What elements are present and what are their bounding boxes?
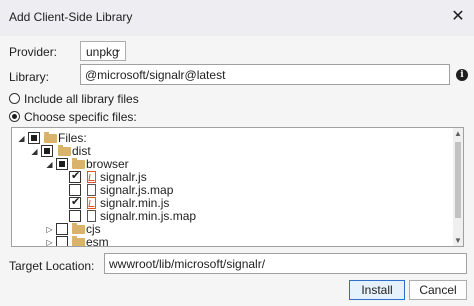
tree-item-label: browser bbox=[86, 157, 129, 171]
tree-checkbox[interactable] bbox=[41, 145, 53, 157]
choose-specific-label[interactable]: Choose specific files: bbox=[24, 110, 137, 124]
tree-checkbox[interactable] bbox=[69, 169, 81, 183]
file-icon bbox=[87, 210, 96, 222]
library-label: Library: bbox=[9, 70, 50, 84]
target-location-input[interactable]: wwwroot/lib/microsoft/signalr/ bbox=[104, 253, 467, 274]
tree-checkbox[interactable] bbox=[69, 195, 81, 209]
tree-checkbox[interactable] bbox=[69, 210, 81, 222]
vertical-scrollbar[interactable]: ▲ ▼ bbox=[453, 128, 463, 246]
library-input[interactable]: @microsoft/signalr@latest bbox=[80, 64, 450, 85]
expanded-arrow-icon[interactable]: ◢ bbox=[30, 145, 39, 158]
choose-specific-radio[interactable] bbox=[9, 111, 20, 122]
close-icon[interactable]: ✕ bbox=[447, 6, 469, 28]
chevron-down-icon: ⌄ bbox=[113, 44, 122, 55]
provider-dropdown[interactable]: unpkg ⌄ bbox=[80, 41, 126, 61]
collapsed-arrow-icon[interactable]: ▷ bbox=[45, 223, 54, 236]
folder-icon bbox=[72, 158, 85, 169]
tree-item-label: dist bbox=[72, 144, 91, 158]
folder-icon bbox=[58, 145, 71, 156]
tree-item-label: signalr.js bbox=[100, 170, 147, 184]
cancel-button[interactable]: Cancel bbox=[409, 280, 467, 300]
library-input-value: @microsoft/signalr@latest bbox=[85, 68, 226, 82]
tree-item-label: esm bbox=[86, 235, 109, 247]
tree-item-label: signalr.min.js.map bbox=[100, 209, 197, 223]
dialog-title: Add Client-Side Library bbox=[9, 10, 133, 24]
tree-checkbox[interactable] bbox=[28, 132, 40, 144]
add-client-side-library-dialog: Add Client-Side Library ✕ Provider: unpk… bbox=[0, 0, 474, 306]
folder-icon bbox=[72, 223, 85, 234]
title-bar: Add Client-Side Library ✕ bbox=[0, 0, 474, 36]
folder-icon bbox=[72, 236, 85, 246]
tree-checkbox[interactable] bbox=[56, 236, 68, 246]
tree-item-label: signalr.min.js bbox=[100, 196, 170, 210]
tree-item-label: signalr.js.map bbox=[100, 183, 174, 197]
scroll-thumb[interactable] bbox=[455, 142, 461, 218]
scroll-down-icon[interactable]: ▼ bbox=[454, 236, 462, 245]
install-button[interactable]: Install bbox=[349, 280, 405, 300]
target-location-label: Target Location: bbox=[9, 259, 95, 273]
tree-checkbox[interactable] bbox=[56, 223, 68, 235]
tree-item-label: cjs bbox=[86, 222, 101, 236]
info-icon[interactable]: i bbox=[456, 69, 468, 81]
js-file-icon bbox=[87, 197, 96, 209]
tree-checkbox[interactable] bbox=[56, 158, 68, 170]
provider-label: Provider: bbox=[9, 45, 58, 59]
scroll-up-icon[interactable]: ▲ bbox=[454, 129, 462, 138]
collapsed-arrow-icon[interactable]: ▷ bbox=[45, 236, 54, 246]
target-location-value: wwwroot/lib/microsoft/signalr/ bbox=[109, 257, 266, 271]
expanded-arrow-icon[interactable]: ◢ bbox=[17, 132, 26, 145]
js-file-icon bbox=[87, 171, 96, 183]
include-all-radio[interactable] bbox=[9, 93, 20, 104]
folder-icon bbox=[44, 132, 57, 143]
include-all-label[interactable]: Include all library files bbox=[24, 92, 139, 106]
expanded-arrow-icon[interactable]: ◢ bbox=[45, 158, 54, 171]
file-tree[interactable]: ◢ Files: ◢ dist ◢ browser signalr.js sig… bbox=[11, 127, 464, 247]
tree-item-label: Files: bbox=[58, 131, 87, 145]
file-icon bbox=[87, 184, 96, 196]
